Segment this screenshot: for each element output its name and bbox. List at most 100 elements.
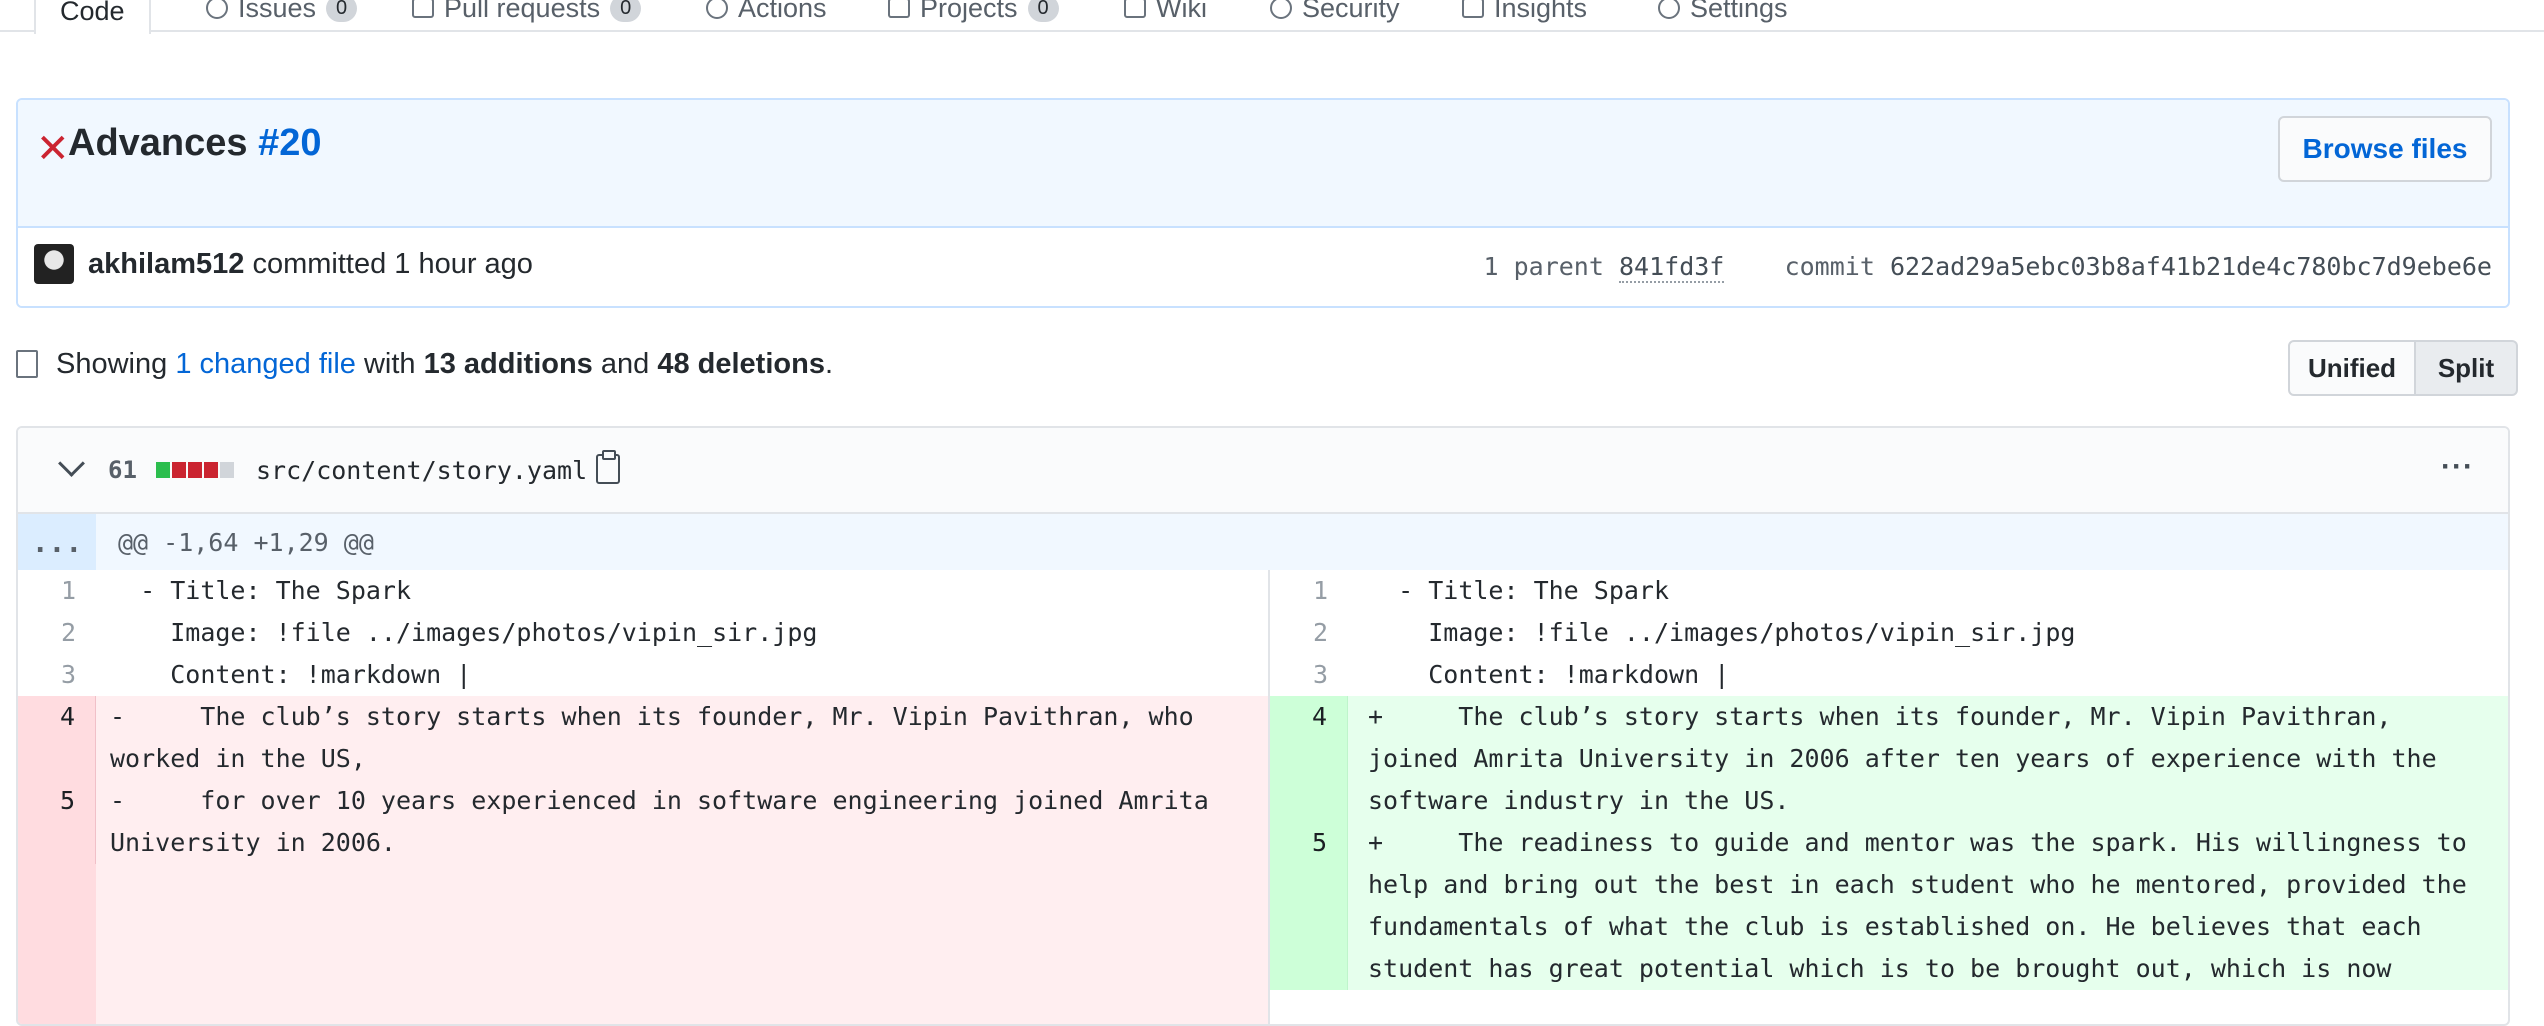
diffstat-bar — [156, 462, 234, 478]
summary-text: Showing — [56, 348, 168, 380]
project-icon — [888, 0, 910, 18]
deletions-count: 48 deletions — [657, 348, 825, 380]
hunk-range: @@ -1,64 +1,29 @@ — [118, 528, 374, 557]
line-number[interactable]: 3 — [18, 654, 96, 696]
diffstat-delete — [204, 462, 218, 478]
gear-icon — [1658, 0, 1680, 19]
line-number[interactable]: 3 — [1270, 654, 1348, 696]
code-line: - The club’s story starts when its found… — [96, 696, 1268, 780]
author-link[interactable]: akhilam512 — [88, 248, 244, 280]
pr-link[interactable]: #20 — [258, 122, 321, 164]
tab-label: Insights — [1494, 0, 1588, 23]
tab-pull-requests[interactable]: Pull requests 0 — [412, 0, 642, 30]
tab-security[interactable]: Security — [1270, 0, 1400, 30]
diffstat-delete — [172, 462, 186, 478]
parent-label: 1 parent — [1483, 252, 1604, 281]
code-line: Image: !file ../images/photos/vipin_sir.… — [110, 618, 818, 647]
tab-issues[interactable]: Issues 0 — [206, 0, 358, 30]
tab-actions[interactable]: Actions — [706, 0, 827, 30]
tab-label: Security — [1302, 0, 1400, 23]
commit-title-bar: ✕ Advances #20 Browse files — [18, 100, 2508, 228]
play-icon — [706, 0, 728, 19]
code-empty — [96, 864, 1268, 1024]
shield-icon — [1270, 0, 1292, 19]
additions-count: 13 additions — [423, 348, 593, 380]
clipboard-icon[interactable] — [596, 450, 620, 484]
avatar[interactable] — [34, 244, 74, 284]
split-button[interactable]: Split — [2416, 340, 2518, 396]
expand-hunk-button[interactable]: ... — [18, 514, 96, 570]
author-line: akhilam512 committed 1 hour ago — [88, 248, 533, 281]
diff-line-count: 61 — [108, 456, 137, 484]
line-number[interactable]: 2 — [1270, 612, 1348, 654]
line-number[interactable]: 1 — [18, 570, 96, 612]
repo-nav: Code Issues 0 Pull requests 0 Actions Pr… — [0, 0, 2544, 34]
diff-line: 1 - Title: The Spark — [1270, 570, 2508, 612]
diff-right-side: 1 - Title: The Spark 2 Image: !file ../i… — [1270, 570, 2508, 1024]
diff-line: 3 Content: !markdown | — [18, 654, 1268, 696]
x-icon[interactable]: ✕ — [36, 126, 70, 172]
tab-label: Projects — [920, 0, 1018, 23]
commit-box: ✕ Advances #20 Browse files akhilam512 c… — [16, 98, 2510, 308]
hunk-header: ... @@ -1,64 +1,29 @@ — [18, 514, 2508, 570]
file-path[interactable]: src/content/story.yaml — [256, 456, 587, 485]
commit-message: Advances — [68, 122, 248, 164]
summary-text: . — [824, 348, 834, 380]
commit-label: commit — [1784, 252, 1875, 281]
line-number[interactable]: 5 — [18, 780, 96, 864]
diffstat-add — [156, 462, 170, 478]
issue-icon — [206, 0, 228, 19]
diff-line: 3 Content: !markdown | — [1270, 654, 2508, 696]
line-number[interactable]: 4 — [1270, 696, 1348, 822]
commit-meta: akhilam512 committed 1 hour ago 1 parent… — [18, 228, 2508, 306]
tab-settings[interactable]: Settings — [1658, 0, 1788, 30]
summary-text: and — [600, 348, 650, 380]
tab-label: Code — [60, 0, 125, 26]
file-header: 61 src/content/story.yaml ··· — [18, 428, 2508, 514]
tab-insights[interactable]: Insights — [1462, 0, 1587, 30]
diff-file: 61 src/content/story.yaml ··· ... @@ -1,… — [16, 426, 2510, 1026]
diff-line: 2 Image: !file ../images/photos/vipin_si… — [18, 612, 1268, 654]
line-number[interactable]: 2 — [18, 612, 96, 654]
code-line: Image: !file ../images/photos/vipin_sir.… — [1368, 618, 2076, 647]
changed-files-link[interactable]: 1 changed file — [175, 348, 356, 380]
pull-request-icon — [412, 0, 434, 18]
diff-left-side: 1 - Title: The Spark 2 Image: !file ../i… — [18, 570, 1270, 1024]
unified-button[interactable]: Unified — [2288, 340, 2416, 396]
code-line: - Title: The Spark — [110, 576, 412, 605]
code-line: - for over 10 years experienced in softw… — [96, 780, 1268, 864]
tab-label: Settings — [1690, 0, 1788, 23]
line-number-empty — [18, 864, 96, 1024]
tab-label: Issues — [238, 0, 317, 23]
code-line: + The club’s story starts when its found… — [1348, 696, 2508, 822]
book-icon — [1124, 0, 1146, 18]
code-line: Content: !markdown | — [110, 660, 472, 689]
diffstat-delete — [188, 462, 202, 478]
tab-count: 0 — [610, 0, 642, 22]
commit-sha: 622ad29a5ebc03b8af41b21de4c780bc7d9ebe6e — [1889, 252, 2492, 281]
diff-line-added: 4 + The club’s story starts when its fou… — [1270, 696, 2508, 822]
code-line: Content: !markdown | — [1368, 660, 1730, 689]
tab-projects[interactable]: Projects 0 — [888, 0, 1059, 30]
diff-line-added: 5 + The readiness to guide and mentor wa… — [1270, 822, 2508, 990]
graph-icon — [1462, 0, 1484, 18]
tab-wiki[interactable]: Wiki — [1124, 0, 1207, 30]
line-number[interactable]: 4 — [18, 696, 96, 780]
file-diff-icon — [16, 350, 38, 378]
line-number[interactable]: 1 — [1270, 570, 1348, 612]
summary-text: with — [363, 348, 416, 380]
chevron-down-icon[interactable] — [58, 450, 85, 477]
more-options-icon[interactable]: ··· — [2441, 450, 2474, 484]
commit-title: Advances #20 — [68, 122, 322, 165]
parent-sha-link[interactable]: 841fd3f — [1618, 252, 1725, 283]
commit-time: committed 1 hour ago — [252, 248, 533, 280]
tab-count: 0 — [326, 0, 358, 22]
diff-line-deleted: 5 - for over 10 years experienced in sof… — [18, 780, 1268, 864]
tab-count: 0 — [1027, 0, 1059, 22]
tab-code[interactable]: Code — [34, 0, 151, 34]
browse-files-button[interactable]: Browse files — [2278, 116, 2492, 182]
line-number[interactable]: 5 — [1270, 822, 1348, 990]
diff-summary: Showing 1 changed file with 13 additions… — [56, 348, 833, 381]
diff-empty-filler — [18, 864, 1268, 1024]
diffstat-neutral — [220, 462, 234, 478]
